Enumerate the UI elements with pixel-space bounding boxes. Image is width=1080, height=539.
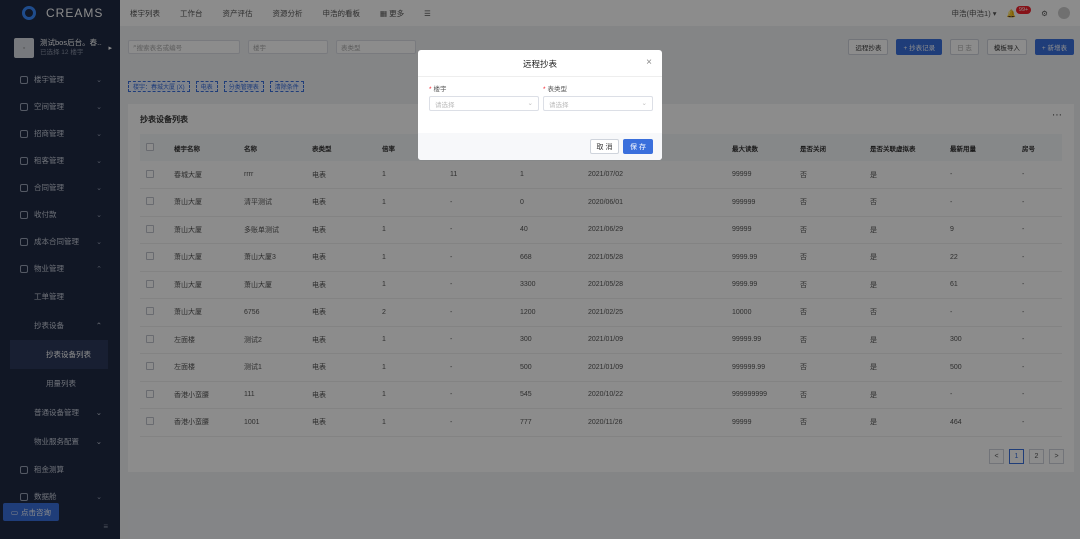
- building-select[interactable]: 请选择 ⌄: [429, 96, 539, 111]
- meter-type-label: * 表类型: [543, 86, 568, 93]
- chevron-down-icon: ⌄: [641, 100, 647, 107]
- meter-type-select[interactable]: 请选择 ⌄: [543, 96, 653, 111]
- building-label: * 楼宇: [429, 86, 447, 93]
- close-icon[interactable]: ×: [646, 57, 652, 68]
- remote-read-modal: 远程抄表 × * 楼宇 请选择 ⌄ * 表类型 请选择 ⌄ 取 消 保 存: [418, 50, 662, 160]
- chevron-down-icon: ⌄: [527, 100, 533, 107]
- modal-divider: [418, 76, 662, 77]
- cancel-button[interactable]: 取 消: [590, 139, 619, 154]
- save-button[interactable]: 保 存: [623, 139, 653, 154]
- modal-title: 远程抄表: [522, 59, 557, 69]
